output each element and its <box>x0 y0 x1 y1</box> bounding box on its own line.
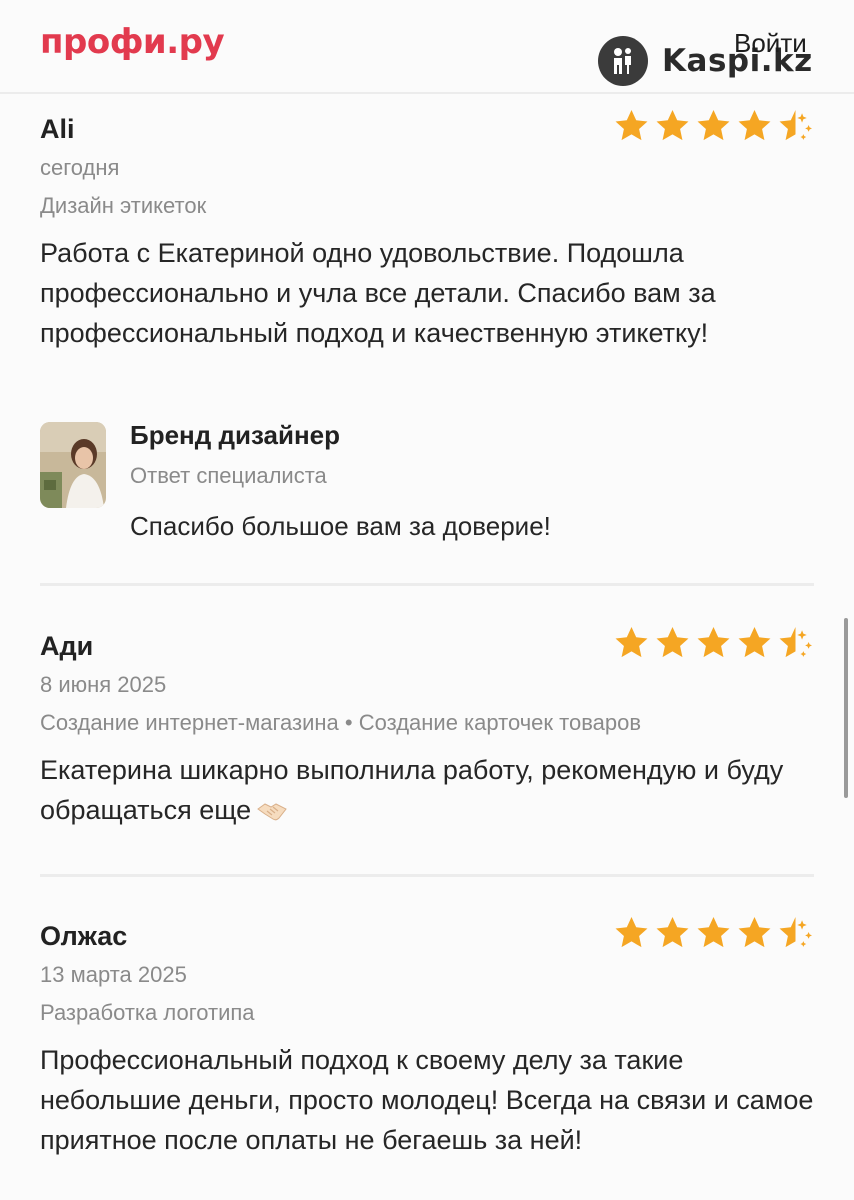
rating-stars <box>609 108 814 142</box>
star-full-icon <box>615 109 648 141</box>
star-full-icon <box>697 109 730 141</box>
star-half-icon <box>779 916 812 948</box>
review-card: Ali сегодня Дизайн этикеток Работа с Ека… <box>40 109 814 353</box>
specialist-name[interactable]: Бренд дизайнер <box>130 420 814 451</box>
specialist-avatar <box>40 422 106 508</box>
star-full-icon <box>656 916 689 948</box>
reply-text: Спасибо большое вам за доверие! <box>130 511 551 541</box>
star-full-icon <box>615 626 648 658</box>
star-half-icon <box>779 109 812 141</box>
top-bar: профи.ру Kaspi.kz Войти <box>0 0 854 94</box>
review-service: Создание интернет-магазина • Создание ка… <box>40 710 642 735</box>
star-full-icon <box>615 916 648 948</box>
review-date: 8 июня 2025 <box>40 672 167 697</box>
review-card: Олжас 13 марта 2025 Разработка логотипа … <box>40 916 814 1160</box>
star-full-icon <box>697 626 730 658</box>
star-half-icon <box>779 626 812 658</box>
star-full-icon <box>697 916 730 948</box>
divider <box>40 583 814 586</box>
profi-logo[interactable]: профи.ру <box>40 22 225 62</box>
review-text-content: Екатерина шикарно выполнила работу, реко… <box>40 755 784 825</box>
star-full-icon <box>738 916 771 948</box>
review-service: Разработка логотипа <box>40 1000 255 1025</box>
star-full-icon <box>656 626 689 658</box>
review-text: Профессиональный подход к своему делу за… <box>40 1045 814 1155</box>
reply-body: Бренд дизайнер Ответ специалиста Спасибо… <box>130 420 814 542</box>
review-date: 13 марта 2025 <box>40 962 187 987</box>
review-card: Ади 8 июня 2025 Создание интернет-магази… <box>40 626 814 834</box>
watermark-logo-icon <box>598 36 648 86</box>
rating-stars <box>609 625 814 659</box>
review-text: Екатерина шикарно выполнила работу, реко… <box>40 750 814 834</box>
review-text: Работа с Екатериной одно удовольствие. П… <box>40 238 716 348</box>
login-button[interactable]: Войти <box>734 28 807 59</box>
scrollbar[interactable] <box>844 618 848 798</box>
star-full-icon <box>656 109 689 141</box>
specialist-role: Ответ специалиста <box>130 463 327 488</box>
review-service: Дизайн этикеток <box>40 193 207 218</box>
handshake-icon <box>257 794 287 834</box>
review-date: сегодня <box>40 155 120 180</box>
divider <box>40 874 814 877</box>
star-full-icon <box>738 626 771 658</box>
rating-stars <box>609 915 814 949</box>
star-full-icon <box>738 109 771 141</box>
